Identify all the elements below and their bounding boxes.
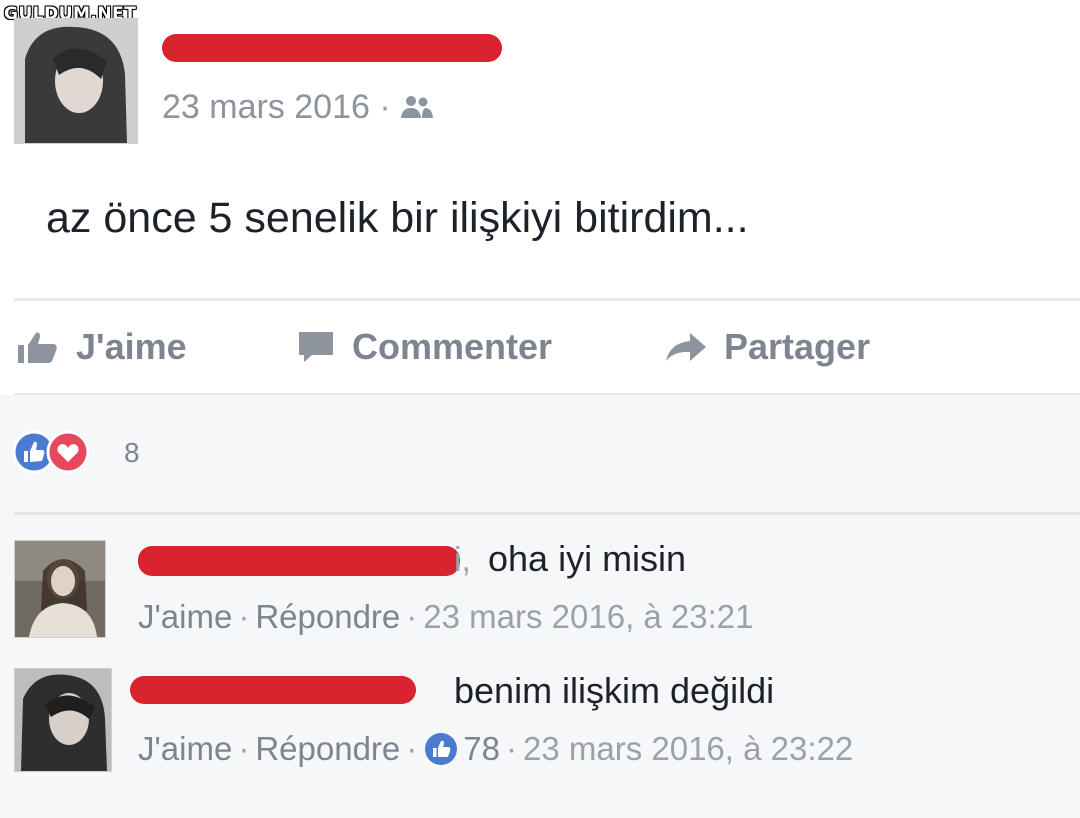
post-actions: J'aime Commenter Partager — [0, 300, 1080, 395]
comment-reply-link-1[interactable]: Répondre — [255, 598, 400, 635]
comment-date-2[interactable]: 23 mars 2016, à 23:22 — [523, 730, 853, 768]
like-badge-icon — [425, 733, 458, 765]
comment-like-link-2[interactable]: J'aime — [138, 730, 232, 768]
comment-reply-link-2[interactable]: Répondre — [255, 730, 400, 768]
comment-meta-1: J'aime · Répondre · 23 mars 2016, à 23:21 — [138, 598, 754, 635]
commenter-name-fragment: i, — [454, 541, 471, 579]
comment-like-link-1[interactable]: J'aime — [138, 598, 232, 635]
reactions-summary[interactable] — [12, 428, 122, 476]
commenter-photo-2 — [15, 669, 111, 771]
post-meta: 23 mars 2016 · — [162, 88, 434, 129]
comment-label: Commenter — [352, 326, 553, 367]
commenter-photo-1 — [15, 541, 105, 637]
comment-like-count-2: 78 — [463, 730, 500, 767]
share-label: Partager — [724, 326, 871, 367]
friends-icon — [400, 90, 434, 129]
comment-text-1: oha iyi misin — [488, 538, 687, 579]
comment-avatar-1[interactable] — [14, 540, 106, 638]
like-label: J'aime — [76, 326, 187, 367]
share-button[interactable]: Partager — [664, 326, 870, 368]
post-text: az önce 5 senelik bir ilişkiyi bitirdim.… — [46, 194, 749, 242]
author-avatar[interactable] — [14, 18, 138, 144]
like-button[interactable]: J'aime — [16, 326, 187, 368]
comment-meta-2: J'aime · Répondre · 78 · 23 mars 2016, à 23:… — [138, 730, 854, 768]
comment-likes-2[interactable]: 78 — [423, 730, 500, 768]
author-photo — [15, 19, 137, 143]
comment-avatar-2[interactable] — [14, 668, 112, 772]
post-date[interactable]: 23 mars 2016 — [162, 88, 370, 126]
share-arrow-icon — [666, 333, 706, 361]
comment-icon — [299, 332, 333, 362]
commenter-name-redacted-1 — [138, 546, 460, 576]
commenter-name-redacted-2 — [130, 676, 416, 704]
divider-reactions — [14, 512, 1080, 515]
comment-date-1[interactable]: 23 mars 2016, à 23:21 — [423, 598, 753, 635]
reaction-count[interactable]: 8 — [124, 437, 140, 469]
author-name-redacted — [162, 34, 502, 62]
comment-text-2: benim ilişkim değildi — [454, 670, 775, 711]
comment-button[interactable]: Commenter — [296, 326, 552, 368]
thumbs-up-icon — [18, 332, 57, 363]
love-icon — [46, 430, 90, 474]
